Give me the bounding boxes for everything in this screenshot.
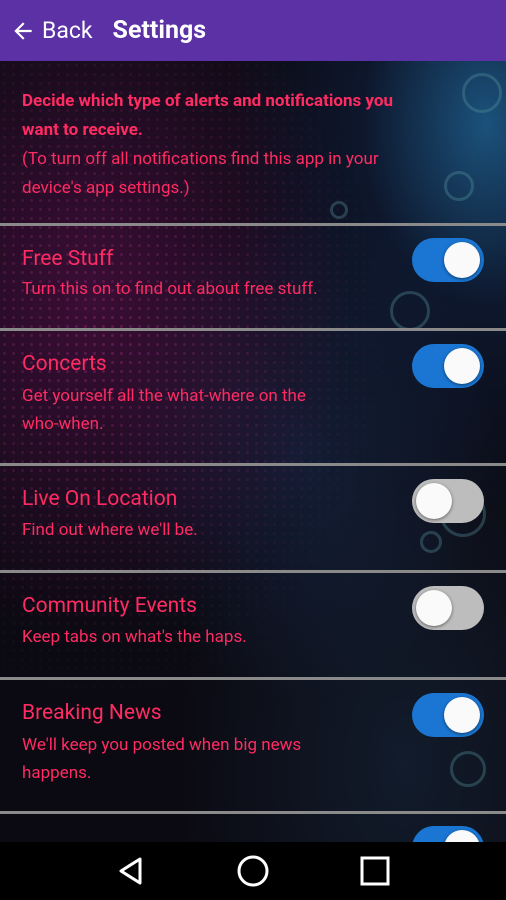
nav-recents-button[interactable] [355, 851, 395, 891]
nav-back-button[interactable] [111, 851, 151, 891]
setting-description: Get yourself all the what-where on the [22, 386, 306, 406]
toggle-partial[interactable] [412, 826, 484, 842]
app-bar: Back Settings [0, 0, 506, 61]
setting-title: Community Events [22, 594, 197, 618]
setting-title: Concerts [22, 352, 107, 376]
setting-description: Find out where we'll be. [22, 520, 198, 540]
setting-row-community-events[interactable]: Community Events Keep tabs on what's the… [0, 570, 506, 677]
toggle-breaking-news[interactable] [412, 693, 484, 737]
back-label[interactable]: Back [42, 17, 93, 44]
nav-home-button[interactable] [233, 851, 273, 891]
setting-description: happens. [22, 763, 92, 783]
arrow-left-icon [14, 21, 32, 40]
setting-row-live-on-location[interactable]: Live On Location Find out where we'll be… [0, 463, 506, 570]
triangle-back-icon [119, 857, 142, 885]
toggle-knob [416, 590, 452, 626]
intro-line-1: Decide which type of alerts and notifica… [22, 91, 393, 111]
setting-row-partial[interactable] [0, 811, 506, 842]
settings-content: Decide which type of alerts and notifica… [0, 61, 506, 842]
toggle-knob [444, 348, 480, 384]
setting-title: Breaking News [22, 701, 162, 725]
toggle-community-events[interactable] [412, 586, 484, 630]
toggle-live-on-location[interactable] [412, 479, 484, 523]
setting-title: Free Stuff [22, 247, 114, 271]
setting-row-free-stuff[interactable]: Free Stuff Turn this on to find out abou… [0, 223, 506, 330]
page-title: Settings [112, 16, 207, 45]
intro-line-4: device's app settings.) [22, 178, 190, 198]
intro-line-3: (To turn off all notifications find this… [22, 149, 379, 169]
toggle-free-stuff[interactable] [412, 238, 484, 282]
back-button[interactable]: Back [0, 0, 103, 61]
notifications-intro: Decide which type of alerts and notifica… [0, 61, 506, 223]
system-nav-bar [0, 842, 506, 900]
intro-line-2: want to receive. [22, 120, 143, 140]
setting-row-breaking-news[interactable]: Breaking News We'll keep you posted when… [0, 677, 506, 813]
toggle-knob [416, 483, 452, 519]
setting-description: We'll keep you posted when big news [22, 735, 302, 755]
setting-title: Live On Location [22, 487, 178, 511]
toggle-knob [444, 697, 480, 733]
setting-description: Keep tabs on what's the haps. [22, 627, 247, 647]
toggle-concerts[interactable] [412, 344, 484, 388]
toggle-knob [444, 242, 480, 278]
setting-description: Turn this on to find out about free stuf… [22, 279, 318, 299]
setting-row-concerts[interactable]: Concerts Get yourself all the what-where… [0, 328, 506, 464]
square-recents-icon [360, 856, 390, 886]
setting-description: who-when. [22, 414, 104, 434]
circle-home-icon [237, 855, 269, 887]
